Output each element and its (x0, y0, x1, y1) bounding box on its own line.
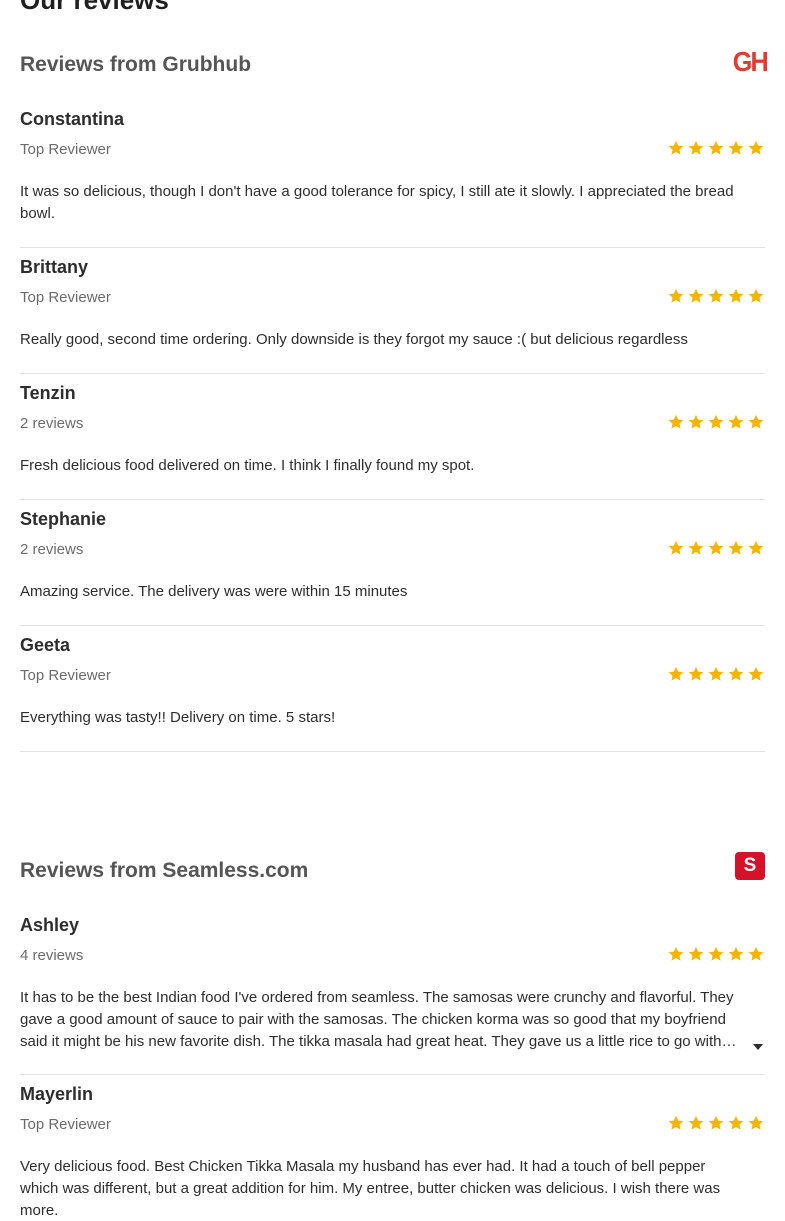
section-header: Reviews from Seamless.com S (20, 850, 765, 906)
star-icon (668, 414, 684, 429)
caret-down-icon[interactable] (753, 1044, 763, 1050)
star-icon (728, 666, 744, 681)
review-meta-row: Top Reviewer (20, 136, 765, 164)
star-icon (728, 140, 744, 155)
section-header: Reviews from Grubhub GH (20, 44, 769, 100)
star-rating (667, 539, 765, 557)
star-icon (708, 140, 724, 155)
star-icon (748, 414, 764, 429)
star-icon (668, 946, 684, 961)
star-icon (708, 414, 724, 429)
star-rating (667, 139, 765, 157)
review-item: Geeta Top Reviewer Everything was tasty!… (20, 626, 765, 752)
review-item: Stephanie 2 reviews Amazing service. The… (20, 500, 765, 626)
reviewer-meta: Top Reviewer (20, 141, 111, 158)
star-icon (688, 1115, 704, 1130)
reviews-page: Our reviews Reviews from Grubhub GH Cons… (0, 0, 785, 1221)
reviewer-meta: 4 reviews (20, 947, 84, 964)
star-icon (688, 288, 704, 303)
review-text: Very delicious food. Best Chicken Tikka … (20, 1158, 721, 1219)
reviewer-meta: Top Reviewer (20, 667, 111, 684)
reviewer-meta: Top Reviewer (20, 1116, 111, 1133)
star-icon (728, 946, 744, 961)
star-icon (708, 666, 724, 681)
star-rating (667, 945, 765, 963)
seamless-logo[interactable]: S (735, 852, 765, 880)
review-text: Really good, second time ordering. Only … (20, 331, 688, 348)
grubhub-logo[interactable]: GH (733, 47, 769, 77)
star-rating (667, 413, 765, 431)
seamless-reviews-section: Reviews from Seamless.com S Ashley 4 rev… (20, 850, 765, 1221)
review-meta-row: 2 reviews (20, 410, 765, 438)
review-text: Everything was tasty!! Delivery on time.… (20, 709, 336, 726)
section-title: Reviews from Seamless.com (20, 859, 309, 882)
star-icon (688, 414, 704, 429)
star-icon (708, 540, 724, 555)
star-icon (688, 946, 704, 961)
star-icon (668, 140, 684, 155)
reviewer-meta: Top Reviewer (20, 289, 111, 306)
review-text: It has to be the best Indian food I've o… (20, 989, 734, 1050)
page-title: Our reviews (20, 0, 169, 15)
star-icon (748, 666, 764, 681)
review-text: Fresh delicious food delivered on time. … (20, 457, 475, 474)
reviewer-name: Tenzin (20, 383, 76, 403)
review-text: It was so delicious, though I don't have… (20, 183, 734, 222)
reviewer-name: Mayerlin (20, 1084, 94, 1104)
review-meta-row: Top Reviewer (20, 662, 765, 690)
review-item: Ashley 4 reviews It has to be the best I… (20, 906, 765, 1075)
star-icon (708, 288, 724, 303)
star-icon (728, 1115, 744, 1130)
review-text: Amazing service. The delivery was were w… (20, 583, 408, 600)
star-rating (667, 665, 765, 683)
star-icon (748, 540, 764, 555)
star-icon (748, 140, 764, 155)
reviewer-name: Constantina (20, 109, 125, 129)
review-item: Constantina Top Reviewer It was so delic… (20, 100, 765, 248)
review-meta-row: Top Reviewer (20, 284, 765, 312)
star-icon (668, 1115, 684, 1130)
star-icon (728, 414, 744, 429)
star-icon (748, 1115, 764, 1130)
star-icon (688, 540, 704, 555)
reviewer-name: Ashley (20, 915, 80, 935)
section-title: Reviews from Grubhub (20, 53, 252, 76)
grubhub-reviews-section: Reviews from Grubhub GH Constantina Top … (20, 44, 769, 752)
review-meta-row: 2 reviews (20, 536, 765, 564)
reviewer-name: Stephanie (20, 509, 107, 529)
star-icon (668, 288, 684, 303)
star-icon (688, 666, 704, 681)
star-icon (688, 140, 704, 155)
star-icon (668, 540, 684, 555)
star-icon (748, 288, 764, 303)
star-icon (708, 1115, 724, 1130)
star-icon (708, 946, 724, 961)
review-item: Mayerlin Top Reviewer Very delicious foo… (20, 1075, 765, 1221)
star-icon (728, 288, 744, 303)
star-rating (667, 287, 765, 305)
review-meta-row: 4 reviews (20, 942, 765, 970)
star-icon (748, 946, 764, 961)
reviewer-meta: 2 reviews (20, 541, 84, 558)
review-meta-row: Top Reviewer (20, 1111, 765, 1139)
reviewer-name: Geeta (20, 635, 71, 655)
star-icon (668, 666, 684, 681)
reviewer-name: Brittany (20, 257, 89, 277)
review-item: Brittany Top Reviewer Really good, secon… (20, 248, 765, 374)
review-item: Tenzin 2 reviews Fresh delicious food de… (20, 374, 765, 500)
star-rating (667, 1114, 765, 1132)
star-icon (728, 540, 744, 555)
reviewer-meta: 2 reviews (20, 415, 84, 432)
